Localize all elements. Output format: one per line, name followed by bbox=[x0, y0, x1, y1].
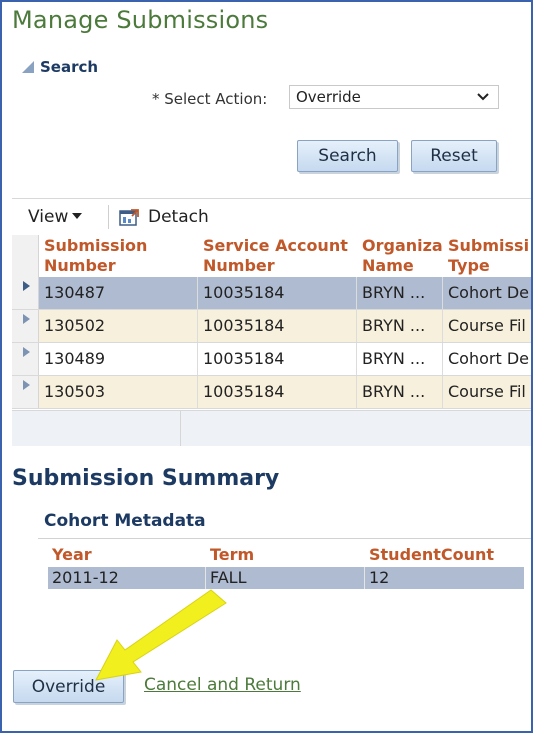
dropdown-triangle-icon bbox=[72, 213, 83, 219]
row-selector[interactable] bbox=[12, 376, 39, 408]
col-header-submission-number[interactable]: Submission Number bbox=[44, 235, 198, 278]
cell-organization: BRYN ... bbox=[357, 277, 443, 309]
search-button[interactable]: Search bbox=[297, 140, 398, 172]
detach-icon[interactable] bbox=[119, 208, 139, 226]
toolbar-divider bbox=[108, 205, 109, 229]
footer-divider bbox=[180, 411, 181, 446]
reset-button[interactable]: Reset bbox=[411, 140, 497, 172]
cell-service-account: 10035184 bbox=[198, 376, 357, 408]
col-header-submission-type[interactable]: Submissi Type bbox=[448, 235, 531, 278]
table-row[interactable]: 130502 10035184 BRYN ... Course Fil bbox=[12, 310, 531, 343]
collapse-triangle-icon[interactable] bbox=[22, 61, 34, 73]
cell-submission-type: Cohort De bbox=[448, 283, 529, 302]
cell-year: 2011-12 bbox=[48, 567, 206, 589]
view-menu[interactable]: View bbox=[28, 207, 83, 227]
submission-summary-title: Submission Summary bbox=[12, 466, 280, 491]
row-pointer-icon bbox=[23, 380, 30, 390]
table-row[interactable]: 130489 10035184 BRYN ... Cohort De bbox=[12, 343, 531, 376]
page-frame: Manage Submissions Search * Select Actio… bbox=[0, 0, 533, 733]
col-header-service-account[interactable]: Service Account Number bbox=[203, 235, 357, 278]
cell-organization: BRYN ... bbox=[357, 343, 443, 375]
cohort-row: 2011-12 FALL 12 bbox=[48, 567, 524, 589]
table-row[interactable]: 130503 10035184 BRYN ... Course Fil bbox=[12, 376, 531, 409]
select-action-label: * Select Action: bbox=[152, 90, 268, 108]
cell-organization: BRYN ... bbox=[357, 376, 443, 408]
table-toolbar: View Detach bbox=[12, 199, 531, 236]
row-selector[interactable] bbox=[12, 277, 39, 309]
cell-submission-number: 130487 bbox=[39, 277, 198, 309]
cell-service-account: 10035184 bbox=[198, 310, 357, 342]
col-header-student-count: StudentCount bbox=[369, 545, 495, 564]
cell-submission-type: Course Fil bbox=[448, 382, 526, 401]
row-selector[interactable] bbox=[12, 310, 39, 342]
cell-student-count: 12 bbox=[369, 568, 390, 587]
table-header-row: Submission Number Service Account Number… bbox=[12, 235, 531, 278]
cohort-divider bbox=[38, 538, 531, 539]
search-section-header[interactable]: Search bbox=[22, 58, 98, 76]
col-header-organization[interactable]: Organiza Name bbox=[362, 235, 446, 278]
cell-term: FALL bbox=[206, 567, 365, 589]
row-pointer-icon bbox=[23, 314, 30, 324]
row-pointer-icon bbox=[23, 347, 30, 357]
cancel-and-return-link[interactable]: Cancel and Return bbox=[144, 675, 301, 695]
cell-submission-type: Course Fil bbox=[448, 316, 526, 335]
chevron-down-icon bbox=[477, 93, 489, 101]
table-row[interactable]: 130487 10035184 BRYN ... Cohort De bbox=[12, 277, 531, 310]
page-title: Manage Submissions bbox=[12, 6, 269, 34]
row-selector[interactable] bbox=[12, 343, 39, 375]
row-selector-header bbox=[12, 235, 39, 277]
table-footer-scrollbar[interactable] bbox=[12, 410, 531, 446]
search-header-label: Search bbox=[40, 58, 99, 76]
cohort-metadata-title: Cohort Metadata bbox=[44, 511, 206, 531]
cell-submission-type: Cohort De bbox=[448, 349, 529, 368]
cell-submission-number: 130489 bbox=[39, 343, 198, 375]
col-header-year: Year bbox=[52, 545, 92, 564]
cell-service-account: 10035184 bbox=[198, 277, 357, 309]
detach-label[interactable]: Detach bbox=[148, 207, 209, 227]
select-action-value: Override bbox=[296, 88, 361, 106]
cell-submission-number: 130503 bbox=[39, 376, 198, 408]
col-header-term: Term bbox=[210, 545, 255, 564]
row-pointer-icon bbox=[23, 281, 30, 291]
override-button[interactable]: Override bbox=[13, 670, 124, 703]
view-menu-label: View bbox=[28, 207, 69, 227]
submissions-table: View Detach Submission Number Service Ac… bbox=[12, 198, 531, 446]
select-action-dropdown[interactable]: Override bbox=[289, 85, 499, 109]
cell-service-account: 10035184 bbox=[198, 343, 357, 375]
cell-organization: BRYN ... bbox=[357, 310, 443, 342]
cell-submission-number: 130502 bbox=[39, 310, 198, 342]
